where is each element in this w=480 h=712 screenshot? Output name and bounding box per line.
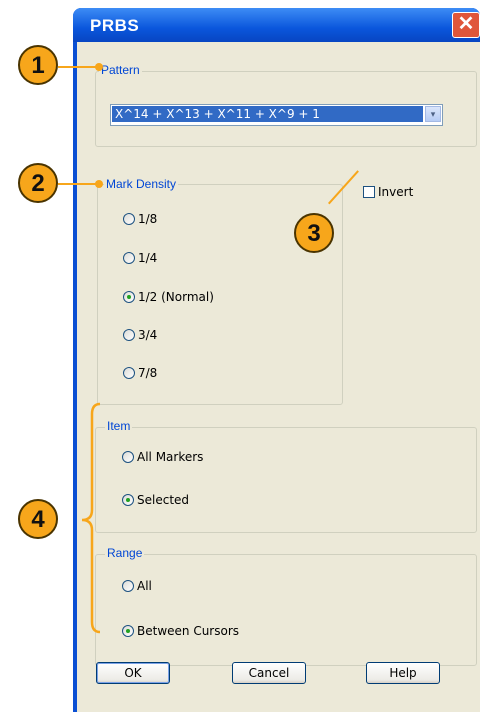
radio-selected-icon bbox=[123, 291, 135, 303]
density-radio-1-4[interactable]: 1/4 bbox=[123, 251, 157, 265]
radio-icon bbox=[123, 367, 135, 379]
cancel-button[interactable]: Cancel bbox=[232, 662, 306, 684]
density-radio-1-2[interactable]: 1/2 (Normal) bbox=[123, 290, 214, 304]
radio-icon bbox=[122, 580, 134, 592]
pattern-select[interactable]: X^14 + X^13 + X^11 + X^9 + 1 ▾ bbox=[110, 104, 443, 126]
density-label: 1/8 bbox=[138, 212, 158, 226]
range-option-label: All bbox=[137, 579, 152, 593]
density-label: 7/8 bbox=[138, 366, 158, 380]
density-label: 1/2 (Normal) bbox=[138, 290, 214, 304]
callout-2: 2 bbox=[18, 163, 58, 203]
pattern-group-label: Pattern bbox=[99, 63, 142, 77]
radio-icon bbox=[123, 213, 135, 225]
density-label: 3/4 bbox=[138, 328, 158, 342]
callout-2-leader-dot bbox=[95, 180, 103, 188]
range-radio-between-cursors[interactable]: Between Cursors bbox=[122, 624, 239, 638]
radio-icon bbox=[122, 451, 134, 463]
invert-label: Invert bbox=[378, 185, 414, 199]
item-option-label: Selected bbox=[137, 493, 190, 507]
callout-1-leader-dot bbox=[95, 63, 103, 71]
title-bar[interactable]: PRBS ✕ bbox=[73, 8, 480, 42]
item-option-label: All Markers bbox=[137, 450, 204, 464]
chevron-down-icon[interactable]: ▾ bbox=[425, 106, 441, 122]
callout-4: 4 bbox=[18, 499, 58, 539]
density-radio-7-8[interactable]: 7/8 bbox=[123, 366, 157, 380]
range-option-label: Between Cursors bbox=[137, 624, 240, 638]
radio-selected-icon bbox=[122, 494, 134, 506]
ok-button[interactable]: OK bbox=[96, 662, 170, 684]
help-button[interactable]: Help bbox=[366, 662, 440, 684]
item-radio-all-markers[interactable]: All Markers bbox=[122, 450, 203, 464]
callout-1-leader bbox=[58, 66, 98, 68]
item-group-label: Item bbox=[105, 419, 133, 433]
item-group bbox=[95, 427, 477, 533]
radio-icon bbox=[123, 252, 135, 264]
radio-selected-icon bbox=[122, 625, 134, 637]
invert-checkbox[interactable]: Invert bbox=[363, 185, 413, 199]
callout-2-leader bbox=[58, 183, 98, 185]
close-icon[interactable]: ✕ bbox=[452, 12, 480, 38]
dialog-title: PRBS bbox=[90, 16, 140, 35]
callout-4-bracket bbox=[81, 402, 101, 634]
dialog-client-area: Pattern X^14 + X^13 + X^11 + X^9 + 1 ▾ M… bbox=[77, 42, 480, 712]
checkbox-icon bbox=[363, 186, 375, 198]
callout-3: 3 bbox=[294, 213, 334, 253]
mark-density-group-label: Mark Density bbox=[104, 177, 179, 191]
prbs-dialog: PRBS ✕ Pattern X^14 + X^13 + X^11 + X^9 … bbox=[73, 8, 480, 712]
item-radio-selected[interactable]: Selected bbox=[122, 493, 189, 507]
range-group bbox=[95, 554, 477, 666]
callout-1: 1 bbox=[18, 45, 58, 85]
radio-icon bbox=[123, 329, 135, 341]
density-radio-3-4[interactable]: 3/4 bbox=[123, 328, 157, 342]
range-radio-all[interactable]: All bbox=[122, 579, 152, 593]
range-group-label: Range bbox=[105, 546, 145, 560]
density-radio-1-8[interactable]: 1/8 bbox=[123, 212, 157, 226]
pattern-select-value: X^14 + X^13 + X^11 + X^9 + 1 bbox=[112, 106, 423, 122]
density-label: 1/4 bbox=[138, 251, 158, 265]
